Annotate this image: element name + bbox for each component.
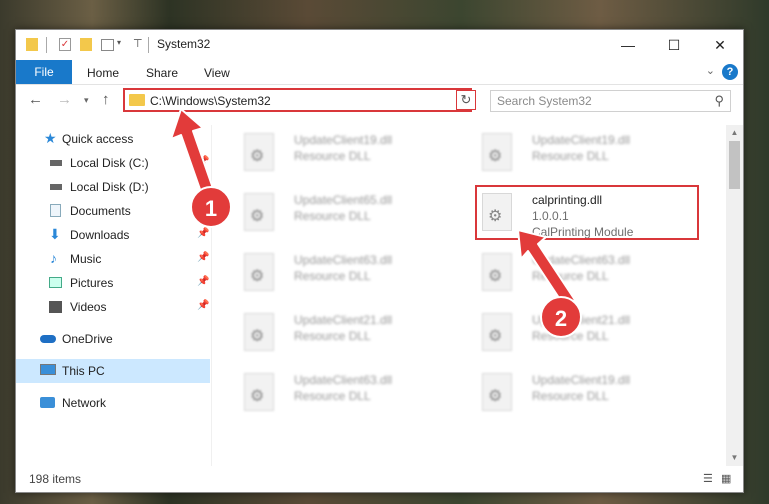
- annotation-arrows: [170, 108, 576, 308]
- arrow-to-calprinting: [517, 229, 576, 308]
- arrow-to-address-bar: [170, 108, 216, 199]
- step-1-badge: 1: [190, 186, 232, 228]
- step-2-badge: 2: [540, 296, 582, 338]
